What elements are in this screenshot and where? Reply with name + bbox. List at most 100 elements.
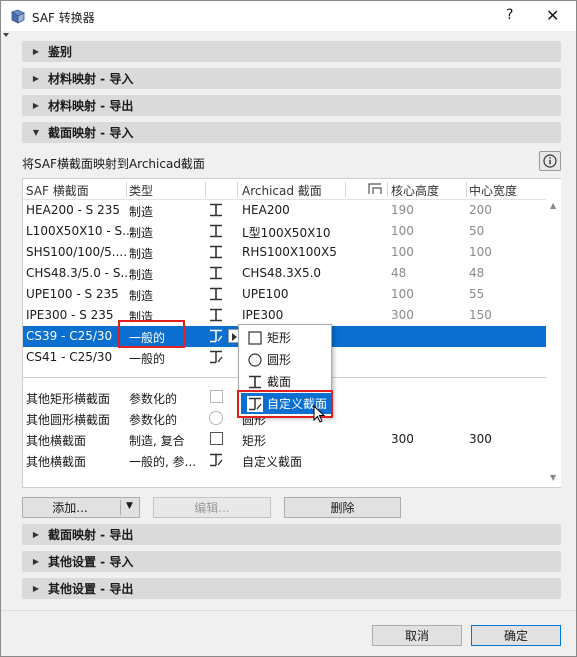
chevron-right-icon: ▶ bbox=[32, 101, 40, 110]
column-header-core-height[interactable]: 核心高度 bbox=[391, 182, 439, 199]
table-row[interactable]: HEA200 - S 235 制造 HEA200 190 200 bbox=[23, 200, 546, 221]
i-section-icon[interactable] bbox=[208, 223, 224, 239]
cell-center-width: 100 bbox=[469, 245, 492, 259]
cell-type: 制造 bbox=[129, 289, 154, 303]
chevron-right-icon: ▶ bbox=[32, 74, 40, 83]
help-button[interactable]: ? bbox=[506, 7, 513, 23]
cell-archicad-profile: HEA200 bbox=[242, 203, 290, 217]
section-description: 将SAF横截面映射到Archicad截面 bbox=[22, 157, 205, 171]
cell-saf-profile: 其他矩形横截面 bbox=[26, 392, 111, 406]
table-row[interactable]: SHS100/100/5.... 制造 RHS100X100X5 100 100 bbox=[23, 242, 546, 263]
cell-center-width: 300 bbox=[469, 432, 492, 446]
section-label: 材料映射 - 导出 bbox=[48, 99, 134, 113]
chevron-right-icon: ▶ bbox=[32, 47, 40, 56]
menu-item-label: 截面 bbox=[267, 375, 292, 389]
cell-core-height: 300 bbox=[391, 308, 414, 322]
chevron-right-icon: ▶ bbox=[32, 557, 40, 566]
cell-core-height: 100 bbox=[391, 287, 414, 301]
section-other-import[interactable]: ▶ 其他设置 - 导入 bbox=[22, 551, 561, 572]
close-button[interactable]: ✕ bbox=[546, 6, 559, 25]
column-header-saf[interactable]: SAF 横截面 bbox=[26, 182, 89, 199]
section-material-export[interactable]: ▶ 材料映射 - 导出 bbox=[22, 95, 561, 116]
cell-saf-profile: CS41 - C25/30 bbox=[26, 350, 113, 364]
info-button[interactable] bbox=[539, 151, 561, 171]
chevron-down-icon[interactable]: ▼ bbox=[126, 501, 133, 511]
section-profile-import[interactable]: ▼ 截面映射 - 导入 bbox=[22, 122, 561, 143]
cell-archicad-profile: IPE300 bbox=[242, 308, 284, 322]
scroll-down-icon[interactable]: ▼ bbox=[550, 473, 556, 482]
app-icon bbox=[11, 9, 25, 24]
cell-saf-profile: HEA200 - S 235 bbox=[26, 203, 121, 217]
cell-center-width: 50 bbox=[469, 224, 485, 238]
column-header-center-width[interactable]: 中心宽度 bbox=[469, 182, 517, 199]
cell-core-height: 300 bbox=[391, 432, 414, 446]
menu-item-section[interactable]: 截面 bbox=[241, 371, 331, 392]
custom-section-icon[interactable] bbox=[208, 452, 224, 468]
section-label: 其他设置 - 导入 bbox=[48, 555, 134, 569]
ok-button[interactable]: 确定 bbox=[471, 625, 561, 646]
i-section-icon[interactable] bbox=[208, 244, 224, 260]
rectangle-icon[interactable] bbox=[210, 432, 223, 445]
cell-core-height: 100 bbox=[391, 224, 414, 238]
custom-section-icon[interactable] bbox=[208, 328, 224, 344]
section-material-import[interactable]: ▶ 材料映射 - 导入 bbox=[22, 68, 561, 89]
column-header-type[interactable]: 类型 bbox=[129, 182, 153, 199]
i-section-icon[interactable] bbox=[208, 202, 224, 218]
scroll-up-icon[interactable]: ▲ bbox=[550, 201, 556, 210]
section-other-export[interactable]: ▶ 其他设置 - 导出 bbox=[22, 578, 561, 599]
cell-saf-profile: 其他圆形横截面 bbox=[26, 413, 111, 427]
cell-core-height: 190 bbox=[391, 203, 414, 217]
cell-archicad-profile: 自定义截面 bbox=[242, 455, 303, 469]
i-section-icon[interactable] bbox=[208, 265, 224, 281]
vertical-scrollbar[interactable]: ▲ ▼ bbox=[546, 179, 561, 487]
cell-center-width: 150 bbox=[469, 308, 492, 322]
window-title: SAF 转换器 bbox=[32, 11, 95, 25]
cell-type: 制造, 复合 bbox=[129, 434, 185, 448]
menu-item-rectangle[interactable]: 矩形 bbox=[241, 327, 331, 348]
mouse-cursor-icon bbox=[313, 405, 326, 423]
add-button[interactable]: 添加... ▼ bbox=[22, 497, 140, 518]
i-section-icon[interactable] bbox=[208, 307, 224, 323]
cell-archicad-profile: UPE100 bbox=[242, 287, 289, 301]
table-row[interactable]: L100X50X10 - S... 制造 L型100X50X10 100 50 bbox=[23, 221, 546, 242]
cancel-button[interactable]: 取消 bbox=[372, 625, 462, 646]
profile-preview-icon bbox=[368, 183, 382, 194]
cell-type: 一般的 bbox=[129, 352, 166, 366]
chevron-down-icon: ▼ bbox=[32, 128, 40, 137]
cell-saf-profile: SHS100/100/5.... bbox=[26, 245, 128, 259]
dialog-menu-arrow-icon bbox=[3, 33, 9, 37]
section-label: 截面映射 - 导出 bbox=[48, 528, 134, 542]
cell-saf-profile: L100X50X10 - S... bbox=[26, 224, 134, 238]
custom-section-icon[interactable] bbox=[208, 349, 224, 365]
section-label: 材料映射 - 导入 bbox=[48, 72, 134, 86]
table-row[interactable]: CHS48.3/5.0 - S... 制造 CHS48.3X5.0 48 48 bbox=[23, 263, 546, 284]
table-row[interactable]: UPE100 - S 235 制造 UPE100 100 55 bbox=[23, 284, 546, 305]
cell-center-width: 55 bbox=[469, 287, 485, 301]
cell-type: 参数化的 bbox=[129, 392, 178, 406]
cell-type: 制造 bbox=[129, 226, 154, 240]
column-header-archicad[interactable]: Archicad 截面 bbox=[242, 182, 322, 199]
section-identification[interactable]: ▶ 鉴别 bbox=[22, 41, 561, 62]
i-section-icon[interactable] bbox=[208, 286, 224, 302]
table-row[interactable]: 其他横截面 制造, 复合 矩形 300 300 bbox=[23, 429, 546, 450]
circle-icon bbox=[247, 352, 263, 368]
i-section-icon bbox=[247, 374, 263, 390]
info-icon bbox=[543, 154, 557, 168]
section-label: 其他设置 - 导出 bbox=[48, 582, 134, 596]
menu-item-circle[interactable]: 圆形 bbox=[241, 349, 331, 370]
cell-type: 参数化的 bbox=[129, 413, 178, 427]
table-row[interactable]: 其他横截面 一般的, 参... 自定义截面 bbox=[23, 450, 546, 471]
rectangle-icon bbox=[247, 330, 263, 346]
edit-button[interactable]: 编辑... bbox=[153, 497, 271, 518]
circle-icon[interactable] bbox=[209, 411, 223, 425]
cell-center-width: 48 bbox=[469, 266, 485, 280]
add-button-label: 添加... bbox=[52, 501, 88, 515]
section-profile-export[interactable]: ▶ 截面映射 - 导出 bbox=[22, 524, 561, 545]
cell-saf-profile: 其他横截面 bbox=[26, 434, 87, 448]
rectangle-icon[interactable] bbox=[210, 390, 223, 403]
cell-saf-profile: 其他横截面 bbox=[26, 455, 87, 469]
title-bar: SAF 转换器 ? ✕ bbox=[1, 1, 576, 31]
table-row[interactable]: IPE300 - S 235 制造 IPE300 300 150 bbox=[23, 305, 546, 326]
cell-saf-profile: CHS48.3/5.0 - S... bbox=[26, 266, 132, 280]
delete-button[interactable]: 删除 bbox=[284, 497, 401, 518]
